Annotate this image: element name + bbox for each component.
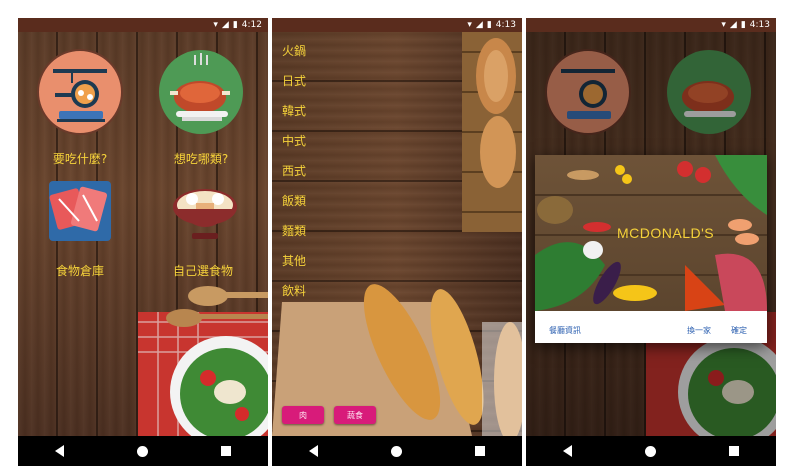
recent-apps-icon[interactable] <box>729 446 740 456</box>
wifi-icon: ▾ <box>213 20 218 30</box>
battery-icon: ▮ <box>486 20 492 30</box>
fish-fillet-icon <box>49 181 111 241</box>
restaurant-info-button[interactable]: 餐廳資訊 <box>549 325 581 336</box>
status-bar: ▾ ◢ ▮ 4:12 <box>18 18 268 32</box>
category-chinese[interactable]: 中式 <box>282 132 306 149</box>
wifi-icon: ▾ <box>721 20 726 30</box>
category-noodles[interactable]: 麵類 <box>282 222 306 239</box>
home-icon[interactable] <box>136 445 148 457</box>
navigation-bar <box>18 436 268 466</box>
change-restaurant-button[interactable]: 換一家 <box>687 325 711 336</box>
restaurant-dialog: MCDONALD'S 餐廳資訊 換一家 確定 <box>535 155 767 343</box>
bread-basket-decoration <box>462 32 522 232</box>
choose-food-icon-button[interactable] <box>170 177 240 245</box>
phone-screen-home: ▾ ◢ ▮ 4:12 要吃什麼? 想吃哪類? 食物倉庫 自己選食物 <box>18 18 268 466</box>
frying-pan-icon <box>37 49 123 135</box>
phone-screen-categories: ▾ ◢ ▮ 4:13 火鍋 日式 韓式 中式 西式 飯類 麵類 其他 飲料 肉 … <box>272 18 522 466</box>
food-storage-label[interactable]: 食物倉庫 <box>30 262 130 279</box>
food-storage-icon-button[interactable] <box>45 177 115 245</box>
category-hotpot[interactable]: 火鍋 <box>282 42 306 59</box>
battery-icon: ▮ <box>740 20 746 30</box>
confirm-button[interactable]: 確定 <box>731 325 747 336</box>
restaurant-image: MCDONALD'S <box>535 155 767 311</box>
battery-icon: ▮ <box>232 20 238 30</box>
navigation-bar <box>272 436 522 466</box>
navigation-bar <box>526 436 776 466</box>
category-drinks[interactable]: 飲料 <box>282 282 306 299</box>
category-japanese[interactable]: 日式 <box>282 72 306 89</box>
home-screen: 要吃什麼? 想吃哪類? 食物倉庫 自己選食物 <box>18 32 268 436</box>
wifi-icon: ▾ <box>467 20 472 30</box>
back-icon[interactable] <box>562 445 572 457</box>
status-time: 4:13 <box>495 20 516 30</box>
status-time: 4:12 <box>241 20 262 30</box>
category-other[interactable]: 其他 <box>282 252 306 269</box>
back-icon[interactable] <box>54 445 64 457</box>
what-to-eat-icon-button[interactable] <box>37 49 123 135</box>
categories-screen: 火鍋 日式 韓式 中式 西式 飯類 麵類 其他 飲料 肉 蔬食 <box>272 32 522 436</box>
category-western[interactable]: 西式 <box>282 162 306 179</box>
salad-decoration <box>138 286 268 436</box>
meat-button[interactable]: 肉 <box>282 406 324 424</box>
recent-apps-icon[interactable] <box>221 446 232 456</box>
phone-screen-result: ▾ ◢ ▮ 4:13 MCDONALD'S 餐廳資訊 換一家 確定 <box>526 18 776 466</box>
signal-icon: ◢ <box>729 20 737 30</box>
back-icon[interactable] <box>308 445 318 457</box>
vegetarian-button[interactable]: 蔬食 <box>334 406 376 424</box>
status-time: 4:13 <box>749 20 770 30</box>
category-korean[interactable]: 韓式 <box>282 102 306 119</box>
home-icon[interactable] <box>644 445 656 457</box>
status-bar: ▾ ◢ ▮ 4:13 <box>272 18 522 32</box>
home-icon[interactable] <box>390 445 402 457</box>
restaurant-name: MCDONALD'S <box>617 225 715 241</box>
what-type-label[interactable]: 想吃哪類? <box>151 150 251 167</box>
signal-icon: ◢ <box>475 20 483 30</box>
choose-food-label[interactable]: 自己選食物 <box>153 262 253 279</box>
signal-icon: ◢ <box>221 20 229 30</box>
category-rice[interactable]: 飯類 <box>282 192 306 209</box>
roast-turkey-icon <box>159 50 243 134</box>
what-to-eat-label[interactable]: 要吃什麼? <box>30 150 130 167</box>
recent-apps-icon[interactable] <box>475 446 486 456</box>
status-bar: ▾ ◢ ▮ 4:13 <box>526 18 776 32</box>
result-screen: MCDONALD'S 餐廳資訊 換一家 確定 <box>526 32 776 436</box>
noodle-bowl-icon <box>173 189 237 239</box>
what-type-icon-button[interactable] <box>158 49 244 135</box>
